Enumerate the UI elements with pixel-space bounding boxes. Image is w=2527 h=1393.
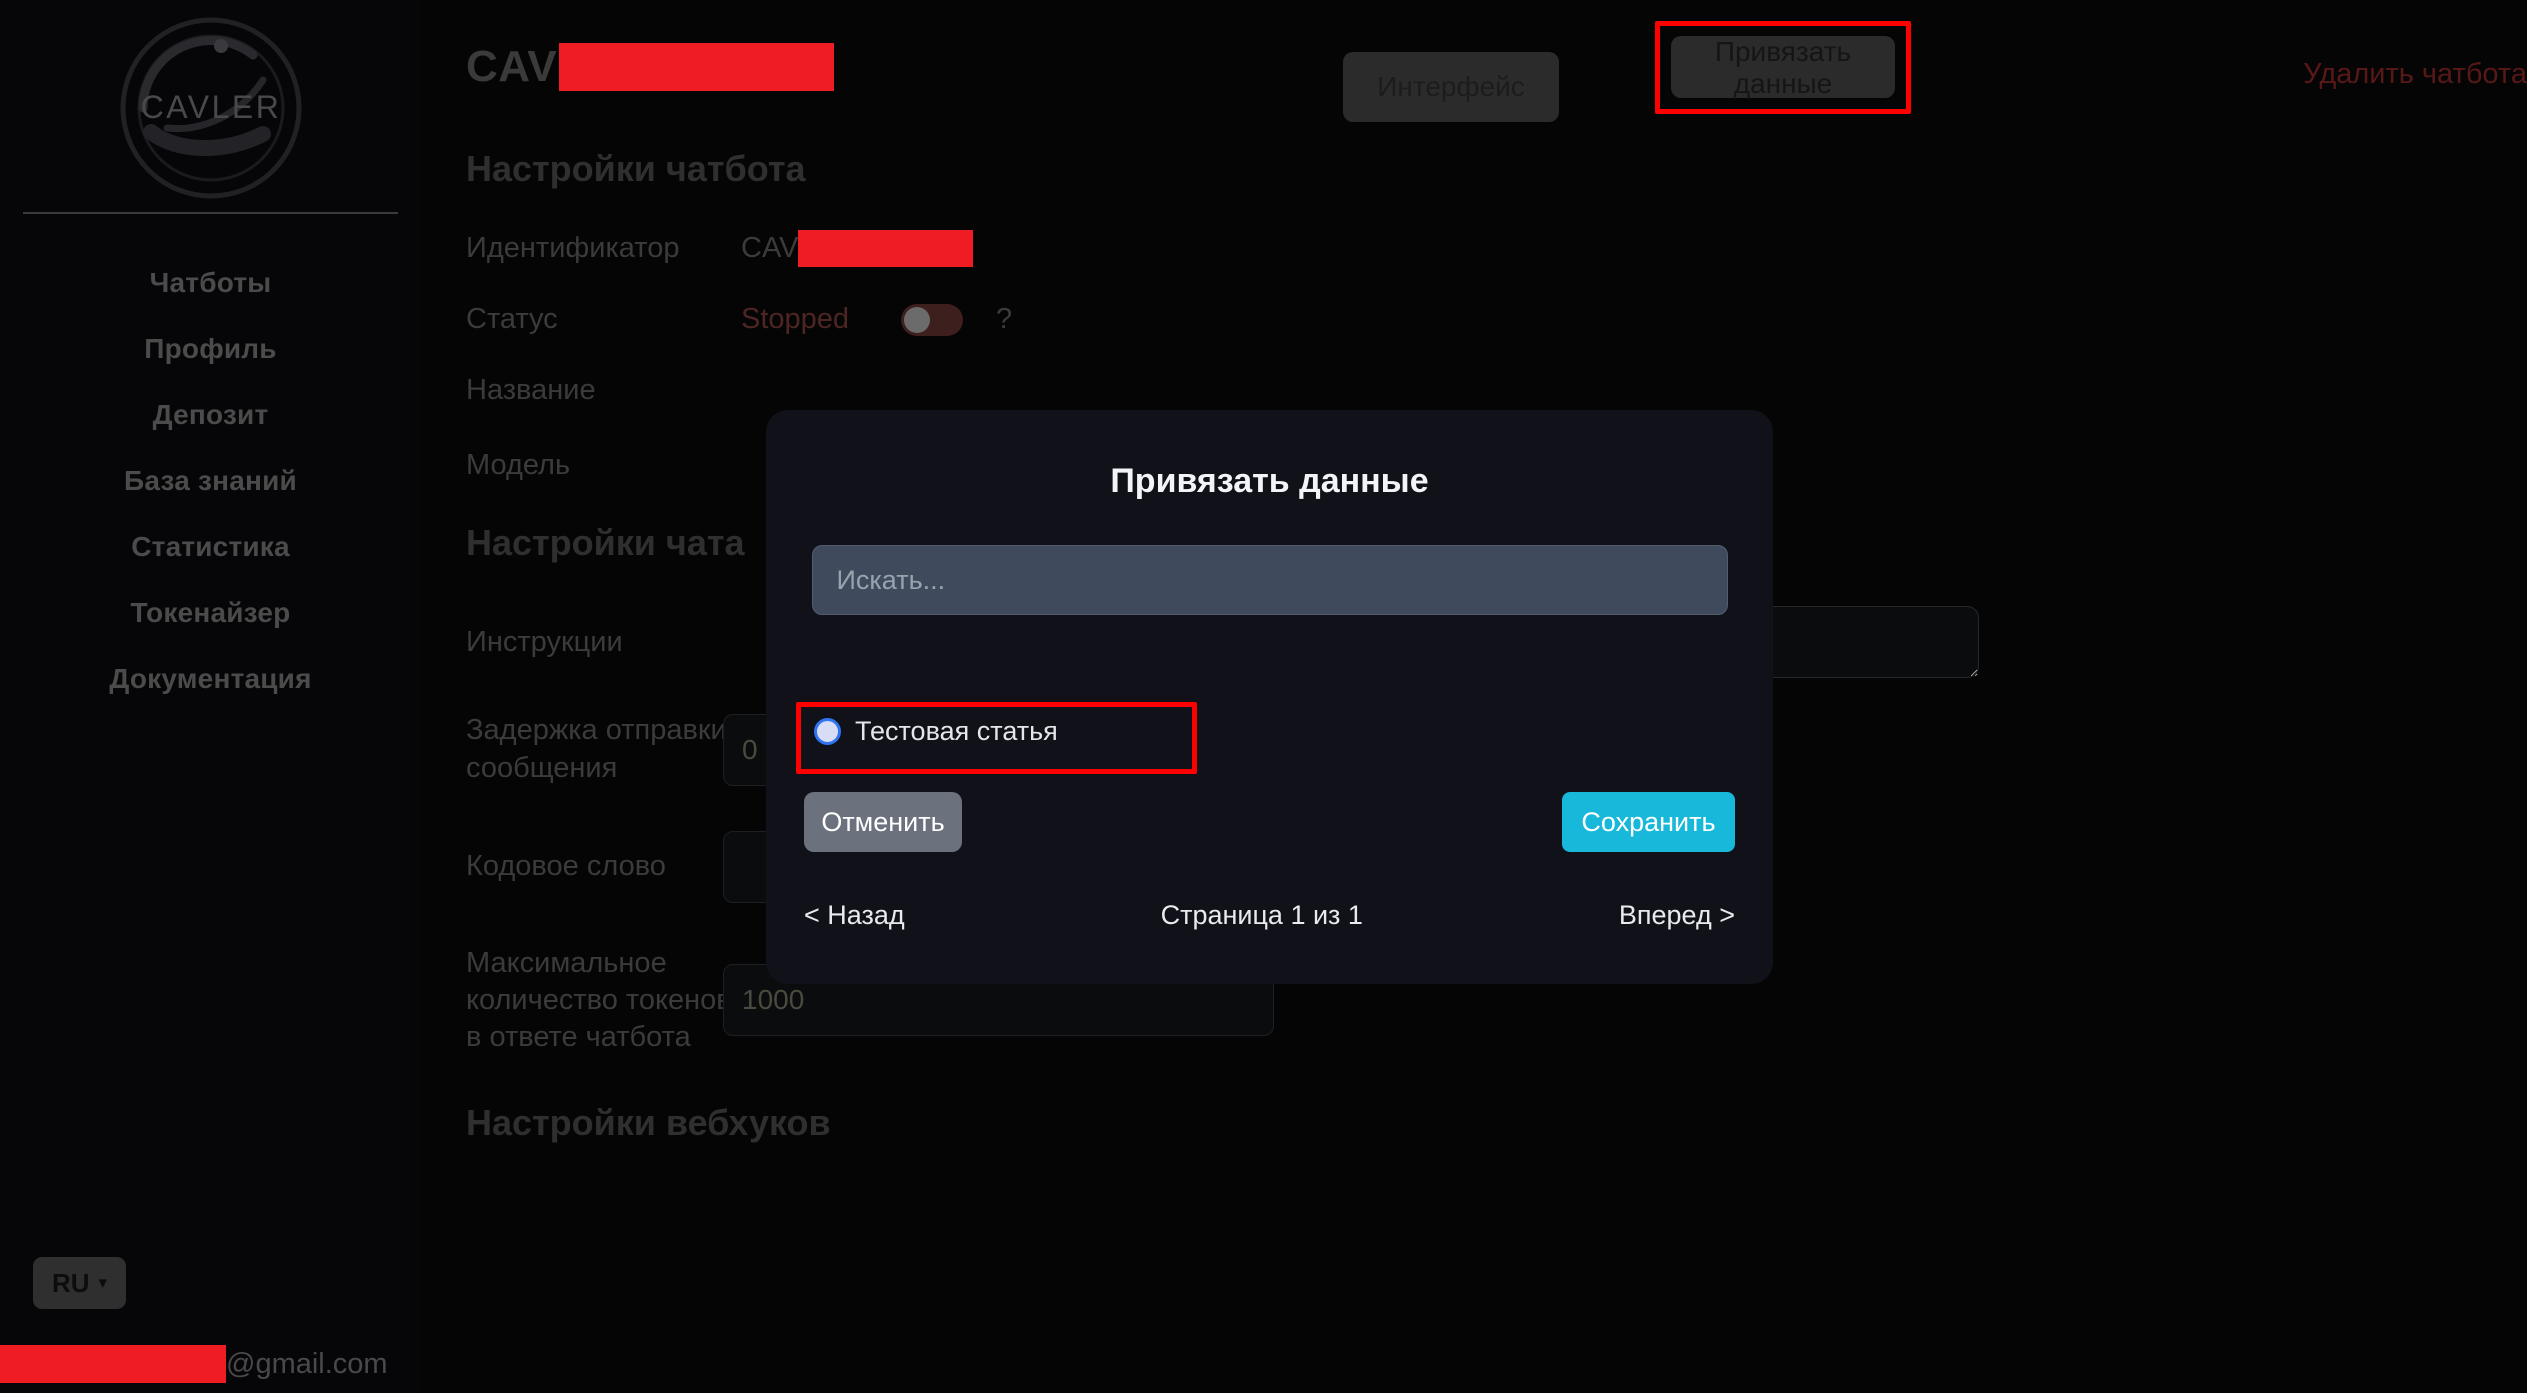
modal-pagination: < Назад Страница 1 из 1 Вперед >	[804, 900, 1735, 931]
status-help-icon[interactable]: ?	[996, 303, 1012, 336]
modal-title: Привязать данные	[1110, 462, 1429, 500]
status-label: Статус	[466, 303, 558, 336]
sidebar-item-tokenizer[interactable]: Токенайзер	[0, 580, 421, 646]
redaction-bar-email	[0, 1345, 226, 1383]
cavler-logo: CAVLER	[111, 8, 311, 208]
page-title: CAV	[466, 42, 835, 92]
max-tokens-label: Максимальное количество токенов в ответе…	[466, 946, 732, 1053]
sidebar-item-profile[interactable]: Профиль	[0, 316, 421, 382]
list-item-label: Тестовая статья	[855, 716, 1058, 746]
bind-data-modal: Привязать данные Тестовая статья Отменит…	[766, 410, 1773, 984]
sidebar-item-knowledge-base[interactable]: База знаний	[0, 448, 421, 514]
instructions-label: Инструкции	[466, 625, 623, 658]
sidebar-item-documentation[interactable]: Документация	[0, 646, 421, 712]
identifier-row: Идентификатор CAV	[466, 230, 2527, 268]
identifier-label: Идентификатор	[466, 232, 680, 264]
model-label: Модель	[466, 449, 571, 482]
next-page-link[interactable]: Вперед >	[1619, 900, 1735, 931]
identifier-value: CAV	[741, 230, 974, 268]
chatbot-settings-title: Настройки чатбота	[466, 148, 806, 189]
sidebar-divider	[23, 212, 398, 214]
user-email: @gmail.com	[0, 1345, 421, 1383]
user-email-suffix: @gmail.com	[226, 1347, 388, 1380]
codeword-label: Кодовое слово	[466, 850, 666, 883]
status-value-group: Stopped ?	[741, 303, 1012, 336]
sidebar: CAVLER Чатботы Профиль Депозит База знан…	[0, 0, 421, 1393]
toggle-knob	[904, 306, 931, 333]
name-row: Название	[466, 372, 2527, 409]
status-row: Статус Stopped ?	[466, 301, 2527, 338]
save-button[interactable]: Сохранить	[1562, 792, 1735, 852]
status-toggle[interactable]	[901, 303, 964, 336]
sidebar-footer: RU ▾ @gmail.com	[0, 1257, 421, 1393]
prev-page-link[interactable]: < Назад	[804, 900, 905, 931]
list-item[interactable]: Тестовая статья	[814, 716, 1058, 747]
sidebar-item-statistics[interactable]: Статистика	[0, 514, 421, 580]
sidebar-nav: Чатботы Профиль Депозит База знаний Стат…	[0, 250, 421, 712]
svg-text:CAVLER: CAVLER	[140, 89, 281, 125]
sidebar-item-deposit[interactable]: Депозит	[0, 382, 421, 448]
interface-button[interactable]: Интерфейс	[1343, 52, 1559, 122]
redaction-bar-identifier	[798, 230, 974, 268]
modal-search-input[interactable]	[811, 545, 1728, 615]
page-indicator: Страница 1 из 1	[1160, 900, 1363, 930]
language-selector[interactable]: RU ▾	[33, 1257, 126, 1309]
page-title-text: CAV	[466, 42, 558, 91]
name-label: Название	[466, 374, 596, 407]
delete-chatbot-link[interactable]: Удалить чатбота	[2303, 58, 2527, 91]
delay-label: Задержка отправки сообщения	[466, 714, 727, 784]
webhook-settings-title: Настройки вебхуков	[466, 1101, 831, 1143]
bind-data-button[interactable]: Привязать данные	[1671, 36, 1895, 99]
language-value: RU	[51, 1267, 90, 1298]
chevron-down-icon: ▾	[98, 1272, 108, 1292]
status-badge: Stopped	[741, 303, 850, 336]
radio-selected-icon[interactable]	[814, 718, 841, 745]
cancel-button[interactable]: Отменить	[804, 792, 962, 852]
app-root: CAVLER Чатботы Профиль Депозит База знан…	[0, 0, 2527, 1393]
redaction-bar-title	[559, 43, 835, 91]
top-bar: CAV Интерфейс Привязать данные Удалить ч…	[421, 0, 2527, 140]
identifier-prefix: CAV	[741, 232, 799, 265]
sidebar-item-chatbots[interactable]: Чатботы	[0, 250, 421, 316]
